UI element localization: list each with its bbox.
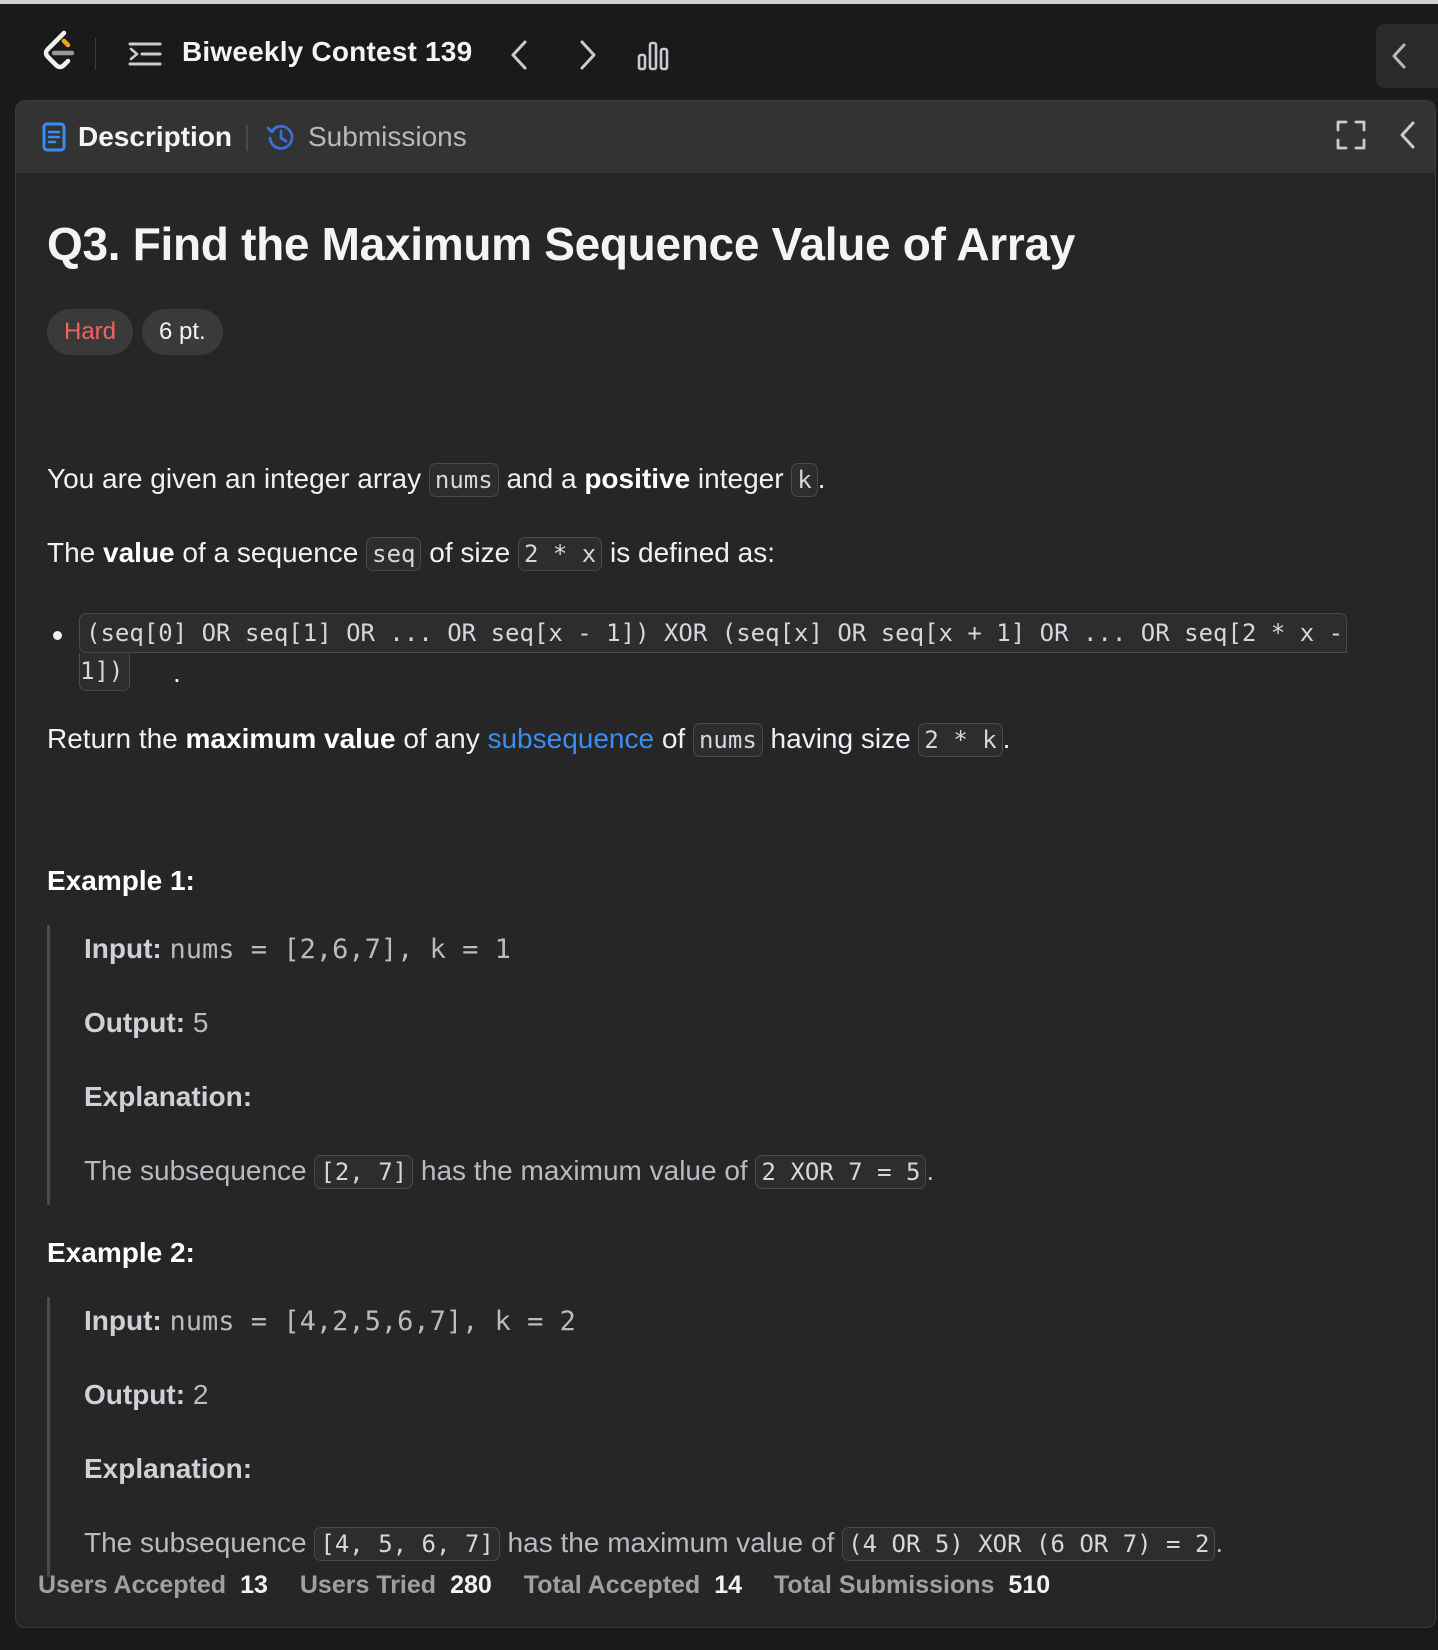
text: of xyxy=(654,723,693,754)
inline-code: k xyxy=(791,463,818,497)
text: of any xyxy=(395,723,488,754)
bold-text: maximum value xyxy=(185,723,396,754)
text: . xyxy=(926,1155,935,1186)
bullet-period: . xyxy=(173,657,181,688)
bar-chart-icon[interactable] xyxy=(636,38,670,72)
problem-list-icon[interactable] xyxy=(128,40,162,68)
text: is defined as: xyxy=(602,537,775,568)
text: and a xyxy=(498,463,585,494)
text: of size xyxy=(421,537,518,568)
divider xyxy=(95,38,96,70)
example-1-block: Input: nums = [2,6,7], k = 1 Output: 5 E… xyxy=(47,925,1347,1205)
explanation-label: Explanation: xyxy=(84,1453,253,1484)
points-badge: 6 pt. xyxy=(142,309,223,355)
output-value: 5 xyxy=(192,1007,209,1038)
difficulty-badge: Hard xyxy=(47,309,134,355)
text: The xyxy=(47,537,104,568)
example-2-title: Example 2: xyxy=(47,1237,195,1268)
top-bar: Biweekly Contest 139 xyxy=(0,0,1438,98)
text: Return the xyxy=(47,723,186,754)
input-value: nums = [2,6,7], k = 1 xyxy=(169,934,511,965)
total-accepted-value: 14 xyxy=(714,1571,743,1599)
tab-description[interactable]: Description xyxy=(42,119,232,155)
stats-footer: Users Accepted 13 Users Tried 280 Total Acce… xyxy=(38,1571,1082,1600)
text: The subsequence xyxy=(84,1155,315,1186)
example-2-input: Input: nums = [4,2,5,6,7], k = 2 xyxy=(84,1301,576,1342)
text: You are given an integer array xyxy=(47,463,429,494)
document-icon xyxy=(42,122,66,152)
example-2-explanation: The subsequence [4, 5, 6, 7] has the max… xyxy=(84,1523,1223,1564)
text: integer xyxy=(690,463,792,494)
text: of a sequence xyxy=(174,537,367,568)
side-panel-toggle[interactable] xyxy=(1376,24,1438,88)
example-1-explanation: The subsequence [2, 7] has the maximum v… xyxy=(84,1151,934,1192)
text: has the maximum value of xyxy=(413,1155,756,1186)
bold-text: value xyxy=(103,537,175,568)
statement-paragraph-1: You are given an integer array nums and … xyxy=(47,459,826,500)
problem-title: Q3. Find the Maximum Sequence Value of A… xyxy=(47,218,1076,270)
inline-code: nums xyxy=(692,723,763,757)
text: The subsequence xyxy=(84,1527,315,1558)
total-submissions-label: Total Submissions xyxy=(774,1571,995,1599)
total-accepted-label: Total Accepted xyxy=(523,1571,701,1599)
panel-tab-bar: Description Submissions xyxy=(16,101,1435,173)
example-1-title: Example 1: xyxy=(47,865,195,896)
users-tried-label: Users Tried xyxy=(299,1571,437,1599)
contest-title[interactable]: Biweekly Contest 139 xyxy=(182,36,472,68)
users-tried-value: 280 xyxy=(450,1571,492,1599)
statement-paragraph-3: Return the maximum value of any subseque… xyxy=(47,719,1010,760)
input-label: Input: xyxy=(84,1305,162,1336)
text: . xyxy=(1215,1527,1224,1558)
inline-code: [4, 5, 6, 7] xyxy=(314,1527,500,1561)
example-1-output: Output: 5 xyxy=(84,1003,208,1043)
chevron-left-icon[interactable] xyxy=(505,38,535,72)
inline-code: 2 XOR 7 = 5 xyxy=(755,1155,927,1189)
inline-code: [2, 7] xyxy=(314,1155,414,1189)
leetcode-logo[interactable] xyxy=(38,30,80,74)
example-1-explanation-label: Explanation: xyxy=(84,1077,252,1117)
users-accepted-label: Users Accepted xyxy=(38,1571,227,1599)
bold-text: positive xyxy=(584,463,691,494)
tab-submissions-label: Submissions xyxy=(308,121,467,152)
text: . xyxy=(817,463,826,494)
tab-divider xyxy=(246,125,248,151)
inline-code: nums xyxy=(428,463,499,497)
inline-code: (4 OR 5) XOR (6 OR 7) = 2 xyxy=(842,1527,1216,1561)
statement-paragraph-2: The value of a sequence seq of size 2 * … xyxy=(47,533,775,574)
inline-code: 2 * x xyxy=(517,537,603,571)
expand-icon[interactable] xyxy=(1335,119,1367,151)
example-2-block: Input: nums = [4,2,5,6,7], k = 2 Output:… xyxy=(47,1297,1347,1577)
output-label: Output: xyxy=(84,1007,186,1038)
description-panel: Description Submissions Q3. Find the Max… xyxy=(15,100,1436,1628)
chevron-left-icon xyxy=(1392,43,1406,69)
chevron-right-icon[interactable] xyxy=(572,38,602,72)
bullet-dot xyxy=(53,631,62,640)
example-1-input: Input: nums = [2,6,7], k = 1 xyxy=(84,929,511,970)
example-2-output: Output: 2 xyxy=(84,1375,208,1415)
input-value: nums = [4,2,5,6,7], k = 2 xyxy=(169,1306,576,1337)
text: has the maximum value of xyxy=(499,1527,843,1558)
users-accepted-value: 13 xyxy=(240,1571,268,1599)
input-label: Input: xyxy=(84,933,162,964)
history-icon xyxy=(266,124,294,150)
chevron-left-icon[interactable] xyxy=(1394,119,1422,151)
inline-code: seq xyxy=(366,537,422,571)
text: having size xyxy=(762,723,919,754)
example-2-explanation-label: Explanation: xyxy=(84,1449,252,1489)
text: . xyxy=(1002,723,1011,754)
tab-description-label: Description xyxy=(78,121,233,152)
total-submissions-value: 510 xyxy=(1008,1571,1051,1599)
tab-submissions[interactable]: Submissions xyxy=(266,119,467,155)
inline-code: 2 * k xyxy=(918,723,1003,757)
definition-code-line-1: (seq[0] OR seq[1] OR ... OR seq[x - 1]) … xyxy=(79,613,1347,653)
definition-code-line-2: 1]) xyxy=(79,653,131,691)
explanation-label: Explanation: xyxy=(84,1081,253,1112)
output-value: 2 xyxy=(192,1379,209,1410)
subsequence-link[interactable]: subsequence xyxy=(487,723,654,754)
output-label: Output: xyxy=(84,1379,186,1410)
